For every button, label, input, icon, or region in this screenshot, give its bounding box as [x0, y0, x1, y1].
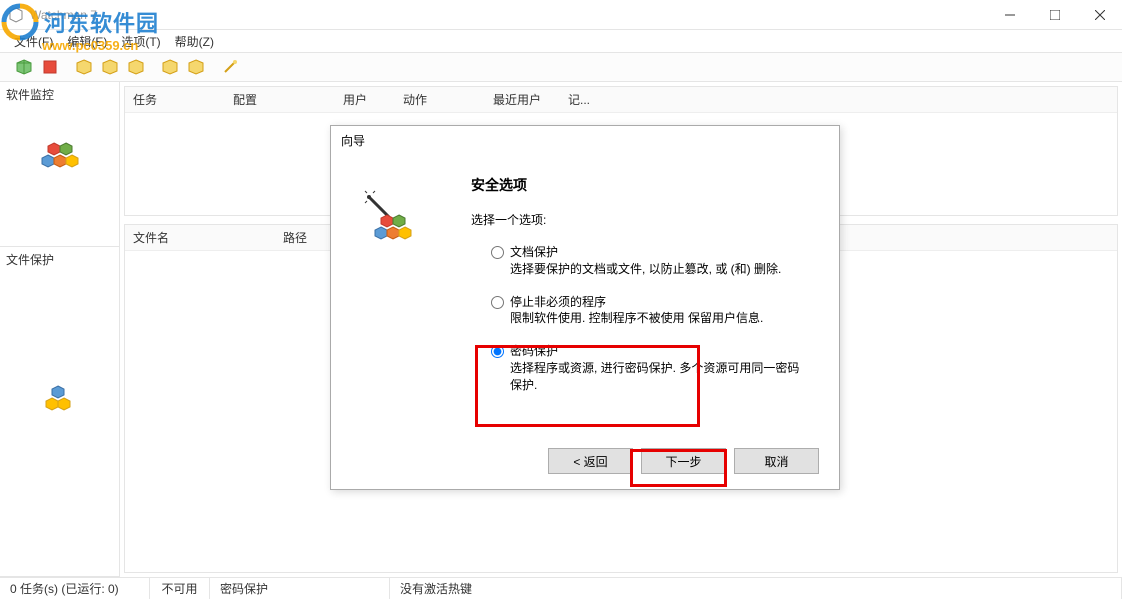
- toolbar-stop-red[interactable]: [38, 55, 62, 79]
- option-password-protect[interactable]: 密码保护 选择程序或资源, 进行密码保护. 多个资源可用同一密码保护.: [491, 343, 809, 393]
- toolbar-cube-y4[interactable]: [158, 55, 182, 79]
- wizard-icon: [361, 175, 441, 410]
- titlebar: Watchman 7: [0, 0, 1122, 30]
- opt-desc-2: 限制软件使用. 控制程序不被使用 保留用户信息.: [510, 310, 763, 327]
- status-na: 不可用: [150, 578, 210, 599]
- col-filename[interactable]: 文件名: [125, 225, 275, 250]
- opt-desc-1: 选择要保护的文档或文件, 以防止篡改, 或 (和) 删除.: [510, 261, 781, 278]
- col-config[interactable]: 配置: [225, 87, 335, 112]
- cubes-small-icon: [42, 382, 78, 421]
- toolbar-cube-y3[interactable]: [124, 55, 148, 79]
- toolbar-cube-y2[interactable]: [98, 55, 122, 79]
- sidebar-monitor-label: 软件监控: [0, 82, 119, 107]
- back-button[interactable]: < 返回: [548, 448, 633, 474]
- radio-stop-programs[interactable]: [491, 296, 504, 309]
- cancel-button[interactable]: 取消: [734, 448, 819, 474]
- sidebar-protect-section[interactable]: 文件保护: [0, 247, 119, 577]
- wizard-dialog: 向导 安全选项 选择一个选项: 文档保护 选: [330, 125, 840, 490]
- app-icon: [8, 7, 24, 23]
- col-user[interactable]: 用户: [335, 87, 395, 112]
- dialog-title: 向导: [331, 126, 839, 155]
- col-action[interactable]: 动作: [395, 87, 485, 112]
- col-task[interactable]: 任务: [125, 87, 225, 112]
- status-tasks: 0 任务(s) (已运行: 0): [0, 578, 150, 599]
- minimize-button[interactable]: [987, 0, 1032, 30]
- close-button[interactable]: [1077, 0, 1122, 30]
- menu-file[interactable]: 文件(F): [8, 31, 59, 52]
- sidebar-monitor-section[interactable]: 软件监控: [0, 82, 119, 247]
- menu-edit[interactable]: 编辑(E): [61, 31, 113, 52]
- menu-help[interactable]: 帮助(Z): [169, 31, 220, 52]
- opt-title-2: 停止非必须的程序: [510, 294, 763, 311]
- maximize-button[interactable]: [1032, 0, 1077, 30]
- opt-title-1: 文档保护: [510, 244, 781, 261]
- tasks-columns: 任务 配置 用户 动作 最近用户 记...: [125, 87, 1117, 113]
- opt-title-3: 密码保护: [510, 343, 809, 360]
- toolbar-cube-y1[interactable]: [72, 55, 96, 79]
- dialog-heading: 安全选项: [471, 175, 809, 195]
- toolbar-cube-y5[interactable]: [184, 55, 208, 79]
- sidebar-protect-label: 文件保护: [0, 247, 119, 272]
- dialog-subtitle: 选择一个选项:: [471, 211, 809, 228]
- radio-doc-protect[interactable]: [491, 246, 504, 259]
- menu-options[interactable]: 选项(T): [115, 31, 166, 52]
- toolbar: [0, 52, 1122, 82]
- statusbar: 0 任务(s) (已运行: 0) 不可用 密码保护 没有激活热键: [0, 577, 1122, 599]
- status-pw: 密码保护: [210, 578, 390, 599]
- app-title: Watchman 7: [30, 8, 97, 22]
- cubes-icon: [36, 137, 84, 180]
- toolbar-cube-green[interactable]: [12, 55, 36, 79]
- toolbar-wand-icon[interactable]: [218, 55, 242, 79]
- opt-desc-3: 选择程序或资源, 进行密码保护. 多个资源可用同一密码保护.: [510, 360, 809, 394]
- status-hotkey: 没有激活热键: [390, 578, 1122, 599]
- radio-password-protect[interactable]: [491, 345, 504, 358]
- col-recent[interactable]: 最近用户: [485, 87, 560, 112]
- col-record[interactable]: 记...: [560, 87, 620, 112]
- next-button[interactable]: 下一步: [641, 448, 726, 474]
- option-doc-protect[interactable]: 文档保护 选择要保护的文档或文件, 以防止篡改, 或 (和) 删除.: [491, 244, 809, 278]
- option-stop-programs[interactable]: 停止非必须的程序 限制软件使用. 控制程序不被使用 保留用户信息.: [491, 294, 809, 328]
- menubar: 文件(F) 编辑(E) 选项(T) 帮助(Z): [0, 30, 1122, 52]
- sidebar: 软件监控 文件保护: [0, 82, 120, 577]
